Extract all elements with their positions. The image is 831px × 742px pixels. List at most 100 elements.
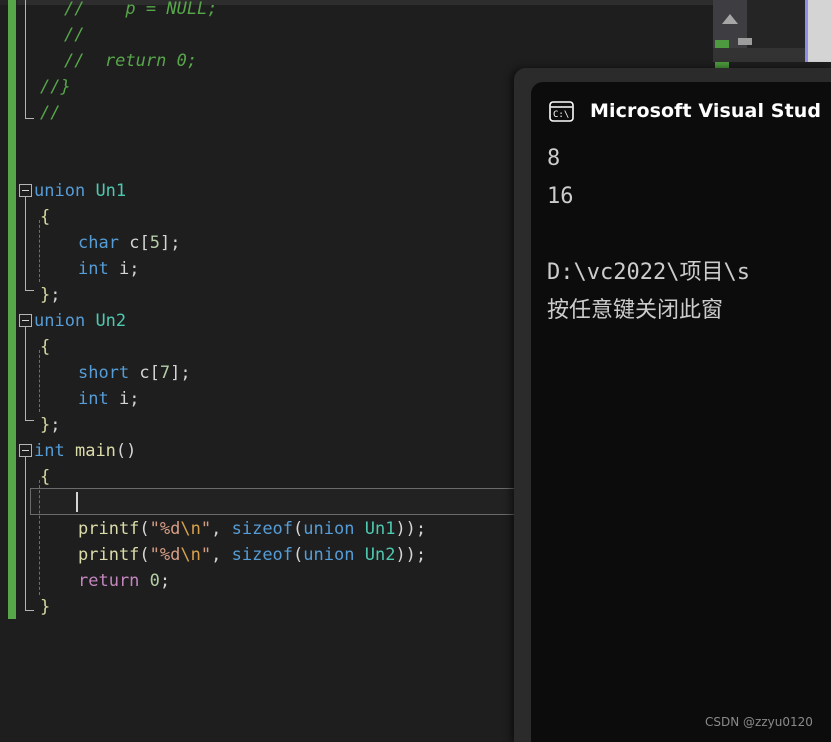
code-token: int xyxy=(34,441,65,461)
code-token: ( xyxy=(293,545,304,565)
code-token: union xyxy=(34,181,86,201)
code-token: // p = NULL; xyxy=(64,0,218,19)
code-token: Un2 xyxy=(364,545,396,565)
code-line[interactable]: { xyxy=(40,464,50,490)
console-output-line: D:\vc2022\项目\s xyxy=(547,260,750,285)
code-line[interactable]: // xyxy=(40,100,60,126)
code-line[interactable]: int main() xyxy=(34,438,136,464)
code-token: 0 xyxy=(149,571,160,591)
code-token: } xyxy=(40,285,51,305)
code-line[interactable]: } xyxy=(40,594,50,620)
code-token: //} xyxy=(40,77,71,97)
code-line[interactable]: union Un1 xyxy=(34,178,126,204)
console-output-line: 按任意键关闭此窗 xyxy=(547,298,724,323)
code-line[interactable]: }; xyxy=(40,282,61,308)
code-token: )); xyxy=(395,519,427,539)
code-line[interactable]: int i; xyxy=(78,256,139,282)
code-token: ; xyxy=(50,415,61,435)
console-header: C:\ Microsoft Visual Stud xyxy=(531,82,831,140)
code-token: "%d xyxy=(149,519,181,539)
code-line[interactable]: char c[5]; xyxy=(78,230,180,256)
code-token: ( xyxy=(293,519,304,539)
code-token: 5 xyxy=(149,233,160,253)
console-output-line: 8 xyxy=(547,146,561,171)
code-line[interactable]: union Un2 xyxy=(34,308,126,334)
code-token: { xyxy=(40,467,51,487)
collapse-toggle-icon[interactable] xyxy=(19,444,32,457)
code-line[interactable]: short c[7]; xyxy=(78,360,191,386)
window-edge-light-area xyxy=(808,0,831,62)
outlining-vertical-line xyxy=(25,0,26,118)
outlining-vertical-line xyxy=(25,327,26,420)
indent-guide xyxy=(39,350,40,412)
code-line[interactable]: printf("%d\n", sizeof(union Un2)); xyxy=(78,542,426,568)
console-body[interactable]: C:\ Microsoft Visual Stud 8 16 D:\vc2022\项… xyxy=(531,82,831,742)
editor-change-bar xyxy=(8,0,16,619)
code-token: } xyxy=(40,415,51,435)
code-line[interactable]: { xyxy=(40,204,50,230)
code-line[interactable]: // p = NULL; xyxy=(64,0,218,22)
code-token: ] xyxy=(159,233,171,253)
indent-guide xyxy=(39,480,40,595)
scrollbar-thumb[interactable] xyxy=(738,38,752,45)
code-token: \n xyxy=(180,545,201,565)
code-token: union xyxy=(303,519,355,539)
code-token: // xyxy=(40,103,61,123)
scroll-up-arrow-icon[interactable] xyxy=(722,14,738,24)
svg-text:C:\: C:\ xyxy=(553,110,569,120)
code-token: sizeof xyxy=(231,545,294,565)
console-cmd-icon: C:\ xyxy=(549,100,574,122)
code-token: ; xyxy=(180,363,191,383)
code-token: c xyxy=(129,363,150,383)
code-token: ; xyxy=(50,285,61,305)
code-token: int xyxy=(78,259,109,279)
code-token: , xyxy=(211,545,232,565)
code-line[interactable]: }; xyxy=(40,412,61,438)
code-token: )); xyxy=(395,545,427,565)
outlining-foot-line xyxy=(25,290,34,291)
code-token: 7 xyxy=(159,363,171,383)
code-token: i; xyxy=(108,259,140,279)
console-title-text: Microsoft Visual Stud xyxy=(590,100,822,122)
console-window[interactable]: C:\ Microsoft Visual Stud 8 16 D:\vc2022\项… xyxy=(514,68,831,742)
code-token: ( xyxy=(139,519,150,539)
indent-guide xyxy=(39,220,40,282)
code-token: \n xyxy=(180,519,201,539)
code-token: } xyxy=(40,597,51,617)
code-line[interactable]: { xyxy=(40,334,50,360)
text-caret xyxy=(76,492,78,512)
code-token: , xyxy=(211,519,232,539)
code-line[interactable]: int i; xyxy=(78,386,139,412)
code-token: int xyxy=(78,389,109,409)
code-token: // return 0; xyxy=(64,51,198,71)
code-token: Un1 xyxy=(364,519,396,539)
editor-outlining-column[interactable] xyxy=(18,0,40,742)
code-line[interactable]: // return 0; xyxy=(64,48,197,74)
code-token: union xyxy=(303,545,355,565)
collapse-toggle-icon[interactable] xyxy=(19,314,32,327)
code-line[interactable]: return 0; xyxy=(78,568,170,594)
code-token: ; xyxy=(170,233,181,253)
code-token: union xyxy=(34,311,86,331)
outlining-vertical-line xyxy=(25,197,26,290)
screenshot-root: // p = NULL; // // return 0; //} // union Un1… xyxy=(0,0,831,742)
code-line[interactable]: //} xyxy=(40,74,71,100)
code-token: sizeof xyxy=(231,519,294,539)
outlining-foot-line xyxy=(25,420,34,421)
outlining-foot-line xyxy=(25,118,34,119)
code-token: ( xyxy=(139,545,150,565)
code-line[interactable]: // xyxy=(64,22,84,48)
collapse-toggle-icon[interactable] xyxy=(19,184,32,197)
code-token: [ xyxy=(139,233,150,253)
code-token: short xyxy=(78,363,130,383)
code-token: printf xyxy=(78,519,140,539)
code-line[interactable]: printf("%d\n", sizeof(union Un1)); xyxy=(78,516,426,542)
outlining-foot-line xyxy=(25,610,34,611)
console-output-line: 16 xyxy=(547,184,574,209)
code-token: { xyxy=(40,207,51,227)
